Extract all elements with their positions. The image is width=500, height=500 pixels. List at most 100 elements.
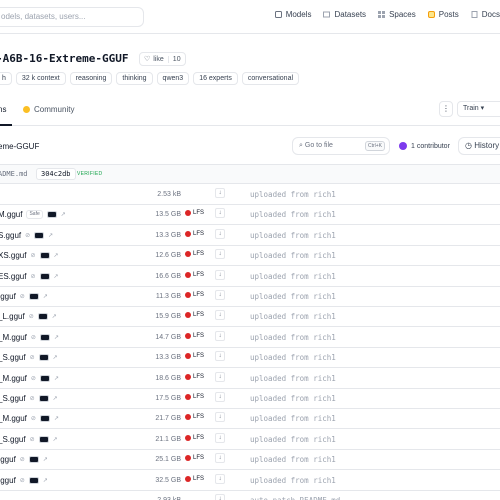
external-link-icon[interactable]: ↗ <box>61 211 66 218</box>
gguf-viewer-icon[interactable] <box>46 211 57 219</box>
download-icon[interactable]: ↓ <box>215 351 225 362</box>
download-icon[interactable]: ↓ <box>215 473 225 484</box>
commit-message[interactable]: uploaded from rich1 <box>250 231 336 240</box>
commit-message[interactable]: uploaded from rich1 <box>250 210 336 219</box>
file-name[interactable]: ES.gguf ⊘ ↗ <box>0 272 59 281</box>
commit-message[interactable]: uploaded from rich1 <box>250 292 336 301</box>
commit-message[interactable]: uploaded from rich1 <box>250 353 336 362</box>
file-row[interactable]: _S.gguf ⊘ ↗ 21.1 GB LFS ↓ uploaded from rich1 <box>0 430 500 450</box>
commit-message[interactable]: uploaded from rich1 <box>250 414 336 423</box>
commit-message[interactable]: uploaded from rich1 <box>250 333 336 342</box>
file-name[interactable]: S.gguf ⊘ ↗ <box>0 231 53 240</box>
commit-message[interactable]: uploaded from rich1 <box>250 476 336 485</box>
download-icon[interactable]: ↓ <box>215 453 225 464</box>
file-row[interactable]: M.gguf Safe ↗ 13.5 GB LFS ↓ uploaded from rich… <box>0 205 500 226</box>
tag[interactable]: h <box>0 72 12 85</box>
download-icon[interactable]: ↓ <box>215 412 225 423</box>
external-link-icon[interactable]: ↗ <box>43 293 48 300</box>
file-row[interactable]: _L.gguf ⊘ ↗ 15.9 GB LFS ↓ uploaded from rich1 <box>0 307 500 328</box>
search-input[interactable]: odels, datasets, users... <box>0 7 144 27</box>
external-link-icon[interactable]: ↗ <box>54 273 59 280</box>
commit-message[interactable]: uploaded from rich1 <box>250 251 336 260</box>
commit-message[interactable]: uploaded from rich1 <box>250 312 336 321</box>
tag[interactable]: reasoning <box>69 72 113 85</box>
gguf-viewer-icon[interactable] <box>39 374 50 382</box>
file-name[interactable]: _M.gguf ⊘ ↗ <box>0 414 59 423</box>
external-link-icon[interactable]: ↗ <box>48 232 53 239</box>
tab-community[interactable]: Community <box>23 105 74 114</box>
external-link-icon[interactable]: ↗ <box>54 252 59 259</box>
gguf-viewer-icon[interactable] <box>38 435 49 443</box>
tag[interactable]: qwen3 <box>156 72 190 85</box>
download-icon[interactable]: ↓ <box>215 432 225 443</box>
nav-posts-link[interactable]: Posts <box>427 10 459 19</box>
tag[interactable]: 16 experts <box>193 72 238 85</box>
gguf-viewer-icon[interactable] <box>37 313 48 321</box>
gguf-viewer-icon[interactable] <box>39 415 50 423</box>
commit-message[interactable]: uploaded from rich1 <box>250 272 336 281</box>
gguf-viewer-icon[interactable] <box>39 272 50 280</box>
gguf-viewer-icon[interactable] <box>39 333 50 341</box>
nav-models-link[interactable]: Models <box>274 10 311 19</box>
gguf-viewer-icon[interactable] <box>28 456 39 464</box>
download-icon[interactable]: ↓ <box>215 188 225 198</box>
file-row[interactable]: S.gguf ⊘ ↗ 13.3 GB LFS ↓ uploaded from rich1 <box>0 226 500 246</box>
file-name[interactable]: XS.gguf ⊘ ↗ <box>0 251 59 260</box>
gguf-viewer-icon[interactable] <box>38 395 49 402</box>
gguf-viewer-icon[interactable] <box>28 476 39 484</box>
download-icon[interactable]: ↓ <box>215 290 225 300</box>
external-link-icon[interactable]: ↗ <box>54 415 59 422</box>
file-name[interactable]: _S.gguf ⊘ ↗ <box>0 435 58 444</box>
download-icon[interactable]: ↓ <box>215 371 225 382</box>
file-name[interactable]: M.gguf Safe ↗ <box>0 210 66 220</box>
file-row[interactable]: .gguf⊘ ↗ 32.5 GB LFS ↓ uploaded from rich1 <box>0 471 500 491</box>
commit-message[interactable]: uploaded from rich1 <box>250 374 336 383</box>
download-icon[interactable]: ↓ <box>215 269 225 280</box>
contributors-link[interactable]: 1 contributor <box>399 142 450 150</box>
file-name[interactable]: _S.gguf ⊘ ↗ <box>0 353 58 362</box>
gguf-viewer-icon[interactable] <box>34 231 45 239</box>
like-button[interactable]: ♡ like 10 <box>139 52 186 66</box>
file-name[interactable]: .gguf⊘ ↗ <box>0 292 48 301</box>
download-icon[interactable]: ↓ <box>215 330 225 341</box>
download-icon[interactable]: ↓ <box>215 310 225 321</box>
external-link-icon[interactable]: ↗ <box>54 375 59 382</box>
nav-docs-link[interactable]: Docs <box>471 10 500 19</box>
tag[interactable]: thinking <box>116 72 153 85</box>
file-name[interactable]: _M.gguf ⊘ ↗ <box>0 333 59 342</box>
file-row[interactable]: _S.gguf ⊘ ↗ 13.3 GB LFS ↓ uploaded from rich1 <box>0 348 500 369</box>
commit-message[interactable]: uploaded from rich1 <box>250 394 336 403</box>
external-link-icon[interactable]: ↗ <box>53 436 58 443</box>
file-name[interactable]: _L.gguf ⊘ ↗ <box>0 312 57 321</box>
commit-hash[interactable]: 304c2db <box>36 168 76 180</box>
breadcrumb[interactable]: eme-GGUF <box>0 142 39 151</box>
file-name[interactable]: .gguf⊘ ↗ <box>0 476 48 485</box>
external-link-icon[interactable]: ↗ <box>43 477 48 484</box>
commit-message[interactable]: uploaded from rich1 <box>250 190 336 199</box>
gguf-viewer-icon[interactable] <box>39 252 50 260</box>
nav-spaces-link[interactable]: Spaces <box>378 10 416 19</box>
file-row[interactable]: 2.93 kB↓auto-patch README.md <box>0 491 500 500</box>
external-link-icon[interactable]: ↗ <box>43 456 48 463</box>
file-name[interactable]: _S.gguf ⊘ ↗ <box>0 394 58 403</box>
more-options-button[interactable]: ⋮ <box>439 101 453 117</box>
file-row[interactable]: _M.gguf ⊘ ↗ 21.7 GB LFS ↓ uploaded from rich1 <box>0 409 500 430</box>
file-row[interactable]: 2.53 kB ↓ uploaded from rich1 <box>0 185 500 205</box>
gguf-viewer-icon[interactable] <box>38 354 49 362</box>
tag[interactable]: 32 k context <box>15 72 66 85</box>
gguf-viewer-icon[interactable] <box>28 293 39 300</box>
file-name[interactable]: _M.gguf ⊘ ↗ <box>0 374 59 383</box>
commit-message[interactable]: uploaded from rich1 <box>250 435 336 444</box>
file-name[interactable]: .gguf⊘ ↗ <box>0 455 48 464</box>
tag[interactable]: conversational <box>241 72 300 85</box>
download-icon[interactable]: ↓ <box>215 392 225 402</box>
file-row[interactable]: .gguf⊘ ↗ 25.1 GB LFS ↓ uploaded from rich1 <box>0 450 500 471</box>
external-link-icon[interactable]: ↗ <box>54 334 59 341</box>
file-row[interactable]: _S.gguf ⊘ ↗ 17.5 GB LFS ↓ uploaded from rich1 <box>0 389 500 409</box>
file-row[interactable]: XS.gguf ⊘ ↗ 12.6 GB LFS ↓ uploaded from rich1 <box>0 246 500 267</box>
commit-message[interactable]: auto-patch README.md <box>250 496 340 500</box>
file-row[interactable]: _M.gguf ⊘ ↗ 18.6 GB LFS ↓ uploaded from rich1 <box>0 369 500 389</box>
tab-files[interactable]: ns <box>0 105 6 114</box>
file-row[interactable]: ES.gguf ⊘ ↗ 16.6 GB LFS ↓ uploaded from rich1 <box>0 267 500 287</box>
download-icon[interactable]: ↓ <box>215 208 225 219</box>
